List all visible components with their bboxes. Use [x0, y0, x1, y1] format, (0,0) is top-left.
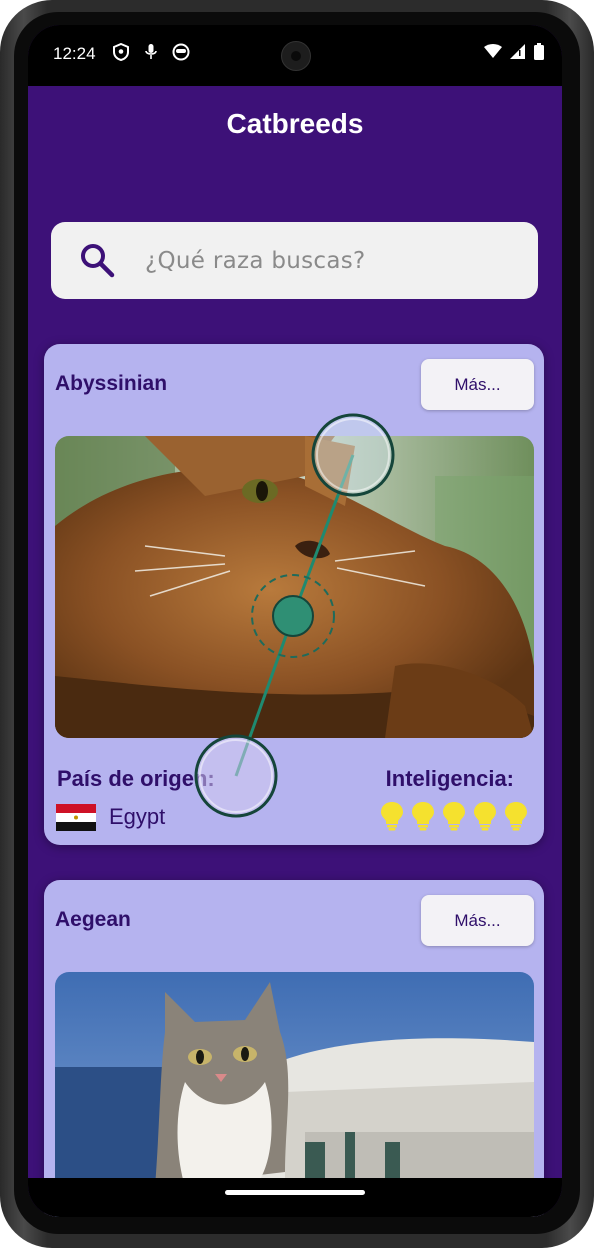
breed-photo[interactable] — [55, 436, 534, 738]
home-gesture-handle[interactable] — [225, 1190, 365, 1195]
egypt-flag-icon — [56, 804, 96, 831]
search-bar[interactable] — [51, 222, 538, 299]
country-label: País de origen: — [57, 766, 215, 791]
intelligence-label: Inteligencia: — [385, 766, 514, 791]
phone-frame: 12:24 Catbreeds ¿Qué raza buscas? Abyssi… — [0, 0, 594, 1248]
app-bar: Catbreeds — [28, 86, 562, 166]
signal-icon — [510, 44, 526, 64]
app-title: Catbreeds — [226, 108, 364, 139]
status-time: 12:24 — [53, 44, 96, 63]
lightbulb-icon — [442, 801, 466, 836]
more-button[interactable]: Más... — [421, 359, 534, 410]
app-screen: 12:24 Catbreeds ¿Qué raza buscas? Abyssi… — [28, 25, 562, 1217]
lightbulb-icon — [504, 801, 528, 836]
breed-name: Aegean — [55, 908, 131, 931]
breed-card: Abyssinian Más... País de origen: Egypt … — [44, 344, 544, 845]
mic-icon — [142, 43, 160, 61]
search-icon[interactable] — [79, 242, 115, 283]
battery-icon — [534, 43, 544, 65]
lightbulb-icon — [411, 801, 435, 836]
navigation-bar — [28, 1178, 562, 1217]
intelligence-rating — [380, 801, 528, 836]
lightbulb-icon — [380, 801, 404, 836]
status-icons-left — [112, 43, 190, 61]
breed-name: Abyssinian — [55, 372, 168, 395]
more-button[interactable]: Más... — [421, 895, 534, 946]
wifi-icon — [484, 44, 502, 64]
breed-card: Aegean Más... — [44, 880, 544, 1217]
front-camera — [281, 41, 311, 71]
shield-icon — [112, 43, 130, 61]
status-bar: 12:24 — [28, 25, 562, 86]
lightbulb-icon — [473, 801, 497, 836]
status-icons-right — [484, 43, 544, 65]
face-icon — [172, 43, 190, 61]
search-input[interactable] — [143, 236, 517, 286]
country-name: Egypt — [109, 804, 166, 829]
